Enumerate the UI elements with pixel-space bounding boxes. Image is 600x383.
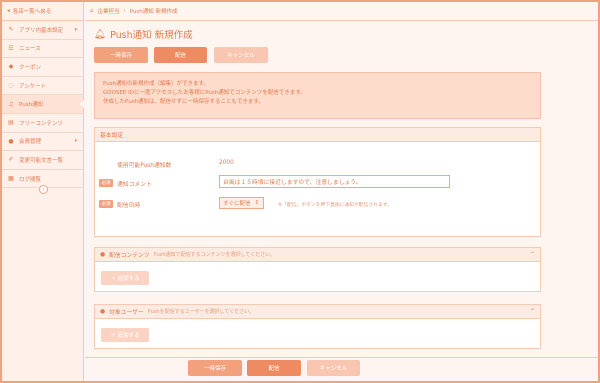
target-user-panel-header[interactable]: ● 対象ユーザー Pushを配信するユーザーを選択してください。 ⌃ — [95, 305, 540, 319]
basic-settings-panel: 基本設定 使用可能Push通知数 2000 必須 通知コメント 台風は１５時頃に… — [94, 127, 541, 237]
comment-label: 通知コメント — [117, 182, 152, 188]
sidebar-item-label: 会員管理 — [19, 139, 42, 146]
log-icon: ▦ — [8, 175, 14, 183]
bell-icon: ♫ — [8, 100, 14, 108]
send-button-bottom[interactable]: 配信 — [247, 360, 301, 376]
sidebar-item-push[interactable]: ♫ Push通知 — [2, 95, 84, 114]
panel-title: 基本設定 — [100, 133, 124, 139]
page-title: 🔔︎ Push通知 新規作成 — [94, 27, 193, 42]
sidebar-item-label: アプリ内基本設定 — [19, 27, 64, 34]
cancel-button-bottom[interactable]: キャンセル — [307, 360, 360, 376]
back-to-store-list-link[interactable]: ◂ 各店一覧へ戻る — [2, 2, 83, 21]
available-push-value: 2000 — [219, 160, 234, 166]
sidebar-collapse-button[interactable]: ‹ — [39, 185, 48, 194]
info-line: Push通知の新規作成（編集）ができます。 — [103, 81, 210, 87]
comment-input[interactable]: 台風は１５時頃に接近しますので、注意しましょう。 — [219, 175, 450, 188]
page-title-text: Push通知 新規作成 — [110, 30, 193, 41]
chevron-down-icon: ▾ — [74, 26, 77, 33]
breadcrumb: ⌂ 企業担当 › Push通知 新規作成 — [85, 2, 598, 21]
cancel-button-top[interactable]: キャンセル — [214, 47, 268, 63]
chat-icon: ◌ — [8, 82, 14, 90]
sidebar-item-news[interactable]: ☰ ニュース — [2, 40, 83, 59]
wrench-icon: ✎ — [8, 26, 14, 34]
info-box: Push通知の新規作成（編集）ができます。 GOOSEE IDに一度アクセスした… — [94, 72, 541, 119]
sidebar-item-label: フリーコンテンツ — [19, 120, 64, 127]
document-icon: ▤ — [8, 119, 14, 127]
sidebar: ◂ 各店一覧へ戻る ✎ アプリ内基本設定 ▾ ☰ ニュース ◆ クーポン ◌ ア… — [2, 2, 84, 381]
sidebar-item-coupon[interactable]: ◆ クーポン — [2, 58, 83, 77]
sidebar-item-label: アンケート — [19, 83, 47, 90]
add-content-button[interactable]: ＋ 追加する — [101, 271, 149, 285]
target-user-panel: ● 対象ユーザー Pushを配信するユーザーを選択してください。 ⌃ ＋ 追加す… — [94, 304, 541, 349]
user-icon: ● — [100, 308, 106, 315]
sidebar-item-survey[interactable]: ◌ アンケート — [2, 77, 83, 96]
content-panel: ● 配信コンテンツ Push通知で配信するコンテンツを選択してください。 ⌃ ＋… — [94, 247, 541, 292]
tag-icon: ◆ — [8, 63, 14, 71]
bell-icon: 🔔︎ — [94, 28, 107, 40]
back-label: 各店一覧へ戻る — [12, 9, 52, 15]
send-button-top[interactable]: 配信 — [154, 47, 207, 63]
panel-subtitle: Pushを配信するユーザーを選択してください。 — [147, 309, 255, 315]
sidebar-item-app-settings[interactable]: ✎ アプリ内基本設定 ▾ — [2, 21, 83, 40]
save-draft-button-top[interactable]: 一時保存 — [94, 47, 148, 63]
chevron-down-icon: ▾ — [74, 138, 77, 145]
sidebar-item-label: クーポン — [19, 64, 42, 71]
panel-subtitle: Push通知で配信するコンテンツを選択してください。 — [153, 252, 276, 258]
datetime-label: 配信日時 — [117, 203, 141, 209]
sidebar-item-label: 変更可能文言一覧 — [19, 157, 64, 164]
required-badge: 必須 — [99, 200, 113, 208]
breadcrumb-current: Push通知 新規作成 — [129, 9, 178, 15]
datetime-select[interactable]: すぐに配信 ⇕ — [219, 197, 264, 209]
breadcrumb-separator-icon: › — [123, 8, 126, 14]
sidebar-item-editable-text[interactable]: ✐ 変更可能文言一覧 — [2, 151, 83, 170]
required-badge: 必須 — [99, 179, 113, 187]
info-line: GOOSEE IDに一度アクセスしたお客様にPush通知でコンテンツを配信できま… — [103, 90, 306, 96]
content-panel-header[interactable]: ● 配信コンテンツ Push通知で配信するコンテンツを選択してください。 ⌃ — [95, 248, 540, 262]
arrow-left-icon: ◂ — [7, 8, 10, 14]
datetime-selected-value: すぐに配信 — [223, 201, 251, 207]
home-icon: ⌂ — [90, 8, 94, 14]
sidebar-item-members[interactable]: ● 会員管理 ▾ — [2, 133, 83, 152]
available-push-label: 使用可能Push通知数 — [117, 163, 172, 169]
chevron-up-icon: ⌃ — [529, 308, 535, 315]
main-content: ⌂ 企業担当 › Push通知 新規作成 🔔︎ Push通知 新規作成 一時保存… — [85, 2, 598, 381]
list-icon: ☰ — [8, 44, 14, 52]
sidebar-item-label: Push通知 — [19, 102, 44, 109]
chevron-up-icon: ⌃ — [529, 251, 535, 258]
sidebar-item-label: ログ閲覧 — [19, 176, 42, 183]
basic-settings-header: 基本設定 — [95, 128, 540, 142]
breadcrumb-parent[interactable]: 企業担当 — [98, 7, 120, 15]
edit-icon: ✐ — [8, 156, 14, 164]
footer-divider — [85, 357, 598, 358]
info-line: 作成したPush通知は、配信せずに一時保存することもできます。 — [103, 99, 264, 105]
sidebar-item-label: ニュース — [19, 46, 41, 53]
comment-icon: ● — [100, 251, 106, 258]
chevron-updown-icon: ⇕ — [254, 200, 260, 206]
panel-title: 対象ユーザー — [109, 310, 144, 316]
datetime-note: ※「配信」ボタンを押下直後に通知が配信されます。 — [278, 203, 392, 208]
save-draft-button-bottom[interactable]: 一時保存 — [188, 360, 242, 376]
panel-title: 配信コンテンツ — [109, 253, 150, 259]
user-icon: ● — [8, 137, 14, 145]
add-target-user-button[interactable]: ＋ 追加する — [101, 328, 149, 342]
sidebar-item-free-content[interactable]: ▤ フリーコンテンツ — [2, 114, 83, 133]
